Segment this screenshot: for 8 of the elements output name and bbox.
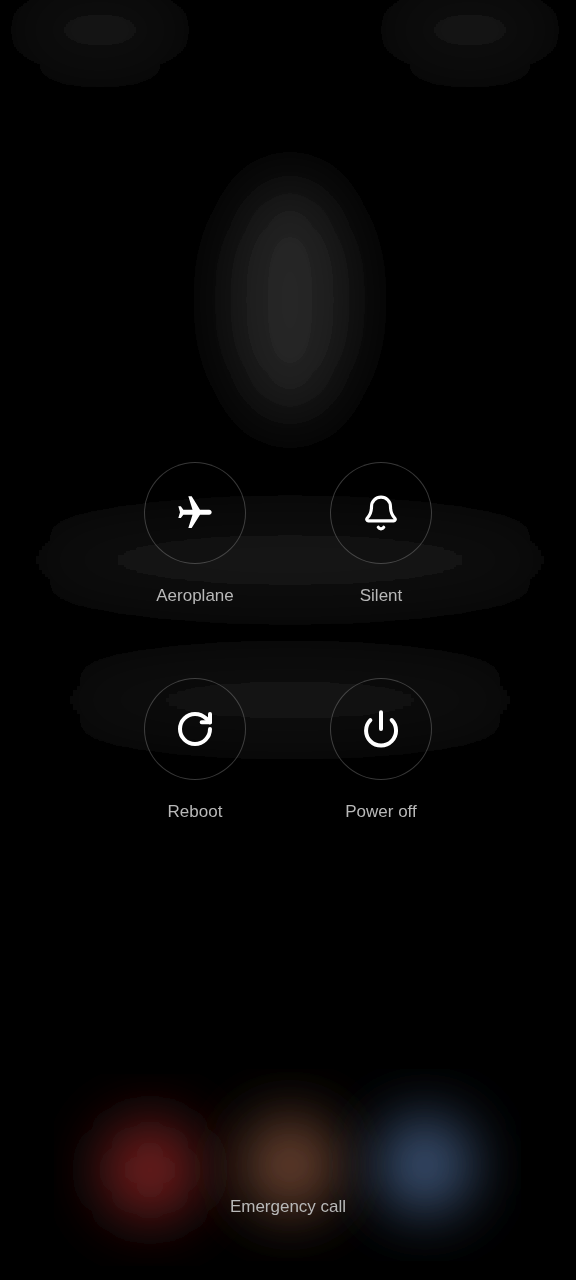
bell-icon <box>362 494 400 532</box>
action-label: Silent <box>359 585 403 607</box>
rotate-icon <box>175 709 215 749</box>
action-label: Power off <box>345 801 417 823</box>
action-label: Reboot <box>167 801 223 823</box>
power-icon <box>361 709 401 749</box>
action-label: Aeroplane <box>156 585 234 607</box>
emergency-call-button[interactable]: Emergency call <box>225 1196 351 1218</box>
